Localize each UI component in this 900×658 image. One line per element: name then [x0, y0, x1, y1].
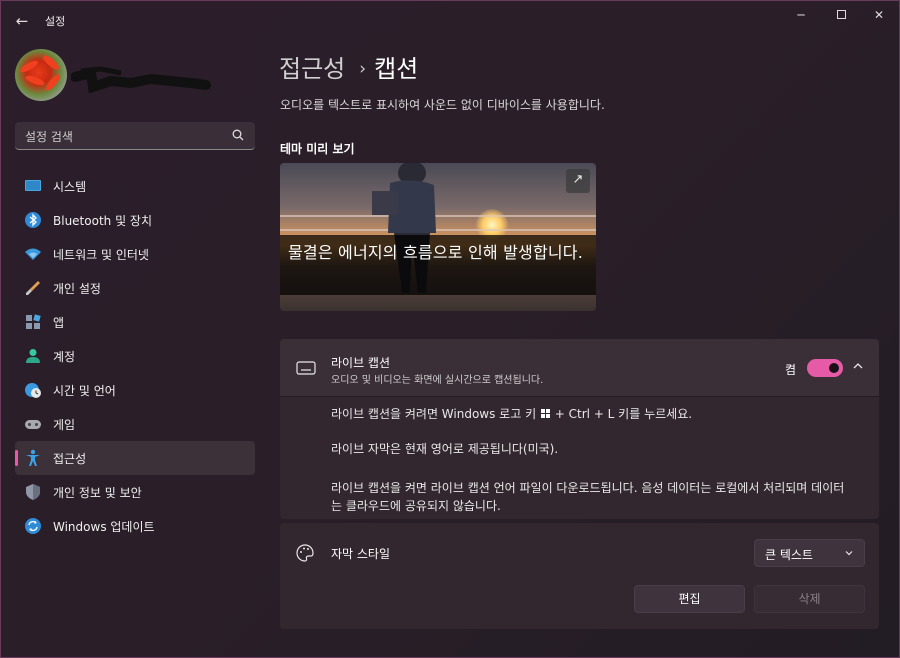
shortcut-hint: 라이브 캡션을 켜려면 Windows 로고 키 + Ctrl + L 키를 누… [331, 405, 851, 423]
sidebar-item-label: 앱 [53, 316, 65, 330]
edit-button[interactable]: 편집 [634, 585, 745, 613]
redacted-username [71, 66, 211, 93]
live-caption-header[interactable]: 라이브 캡션 오디오 및 비디오는 화면에 실시간으로 캡션됩니다. 켬 [280, 339, 879, 397]
preview-caption-text: 물결은 에너지의 흐름으로 인해 발생합니다. [288, 243, 583, 262]
globe-clock-icon [25, 383, 41, 398]
delete-button[interactable]: 삭제 [754, 585, 865, 613]
palette-icon [296, 544, 314, 562]
sidebar-item-network[interactable]: 네트워크 및 인터넷 [15, 237, 255, 271]
search-input[interactable]: 설정 검색 [15, 122, 255, 150]
closed-caption-icon [296, 361, 316, 375]
live-caption-card: 라이브 캡션 오디오 및 비디오는 화면에 실시간으로 캡션됩니다. 켬 라이브… [280, 339, 879, 519]
wifi-icon [25, 248, 41, 260]
accessibility-icon [26, 449, 40, 466]
monitor-icon [25, 180, 41, 191]
sidebar-item-label: 네트워크 및 인터넷 [53, 248, 149, 262]
sidebar-item-accessibility[interactable]: 접근성 [15, 441, 255, 475]
page-description: 오디오를 텍스트로 표시하여 사운드 없이 디바이스를 사용합니다. [280, 98, 605, 112]
arrow-left-icon: ← [15, 12, 29, 30]
sidebar-item-label: 개인 설정 [53, 282, 101, 296]
expand-icon: ↗ [572, 172, 584, 187]
minimize-button[interactable]: ─ [779, 5, 823, 27]
caption-overlay: 물결은 에너지의 흐름으로 인해 발생합니다. [280, 235, 596, 295]
breadcrumb-separator: › [359, 59, 367, 79]
sidebar-item-label: 접근성 [53, 452, 87, 466]
caption-style-title: 자막 스타일 [331, 547, 391, 561]
live-caption-subtitle: 오디오 및 비디오는 화면에 실시간으로 캡션됩니다. [331, 375, 544, 386]
person-icon [26, 349, 40, 363]
sidebar-item-label: 시스템 [53, 180, 87, 194]
breadcrumb: 접근성 › 캡션 [279, 49, 418, 84]
sidebar-item-gaming[interactable]: 게임 [15, 407, 255, 441]
brush-icon [26, 281, 40, 295]
live-caption-toggle[interactable] [807, 359, 843, 377]
app-title: 설정 [45, 15, 66, 28]
close-button[interactable]: ✕ [857, 5, 900, 27]
dropdown-selected-value: 큰 텍스트 [765, 548, 813, 562]
sidebar-item-label: Windows 업데이트 [53, 520, 155, 534]
sidebar-item-system[interactable]: 시스템 [15, 169, 255, 203]
live-caption-title: 라이브 캡션 [331, 356, 391, 370]
sidebar-item-accounts[interactable]: 계정 [15, 339, 255, 373]
sidebar-item-privacy-security[interactable]: 개인 정보 및 보안 [15, 475, 255, 509]
sidebar-item-label: Bluetooth 및 장치 [53, 214, 153, 228]
language-info: 라이브 자막은 현재 영어로 제공됩니다(미국). [331, 442, 559, 456]
sidebar-item-time-language[interactable]: 시간 및 언어 [15, 373, 255, 407]
caption-style-card: 자막 스타일 큰 텍스트 편집 삭제 [280, 523, 879, 629]
maximize-icon [836, 10, 846, 19]
active-indicator [15, 450, 18, 466]
sidebar-nav: 시스템 Bluetooth 및 장치 네트워크 및 인터넷 개인 설정 앱 계정… [15, 169, 255, 543]
sidebar-item-label: 게임 [53, 418, 76, 432]
breadcrumb-parent[interactable]: 접근성 [279, 55, 345, 83]
privacy-info: 라이브 캡션을 켜면 라이브 캡션 언어 파일이 다운로드됩니다. 음성 데이터… [331, 481, 845, 513]
sidebar-item-label: 계정 [53, 350, 76, 364]
page-title: 캡션 [374, 55, 419, 83]
sidebar-item-label: 시간 및 언어 [53, 384, 116, 398]
title-bar: ← 설정 ─ ✕ [1, 1, 900, 41]
chevron-up-icon[interactable] [851, 359, 865, 373]
toggle-state-label: 켬 [785, 363, 797, 377]
chevron-down-icon [845, 551, 853, 556]
sidebar-item-apps[interactable]: 앱 [15, 305, 255, 339]
bluetooth-icon [25, 212, 41, 228]
caption-preview: ↗ 물결은 에너지의 흐름으로 인해 발생합니다. [280, 163, 596, 311]
shield-icon [26, 484, 40, 500]
sidebar-item-windows-update[interactable]: Windows 업데이트 [15, 509, 255, 543]
search-placeholder: 설정 검색 [25, 130, 73, 144]
preview-title: 테마 미리 보기 [280, 142, 355, 156]
caption-style-dropdown[interactable]: 큰 텍스트 [754, 539, 865, 567]
avatar[interactable] [15, 49, 67, 101]
back-button[interactable]: ← [11, 11, 33, 31]
shortcut-hint-prefix: 라이브 캡션을 켜려면 Windows 로고 키 [331, 407, 537, 421]
gamepad-icon [25, 420, 41, 429]
shortcut-hint-suffix: + Ctrl + L 키를 누르세요. [554, 407, 693, 421]
update-icon [25, 518, 41, 534]
search-icon [232, 129, 244, 141]
toggle-knob [829, 363, 839, 373]
expand-button[interactable]: ↗ [566, 169, 590, 193]
sidebar-item-personalization[interactable]: 개인 설정 [15, 271, 255, 305]
sidebar-item-bluetooth[interactable]: Bluetooth 및 장치 [15, 203, 255, 237]
settings-window: ← 설정 ─ ✕ 설정 검색 시스템 Bluetooth 및 장치 네트워크 및… [0, 0, 900, 658]
sidebar-item-label: 개인 정보 및 보안 [53, 486, 142, 500]
windows-logo-icon [540, 409, 550, 418]
apps-icon [26, 314, 41, 329]
